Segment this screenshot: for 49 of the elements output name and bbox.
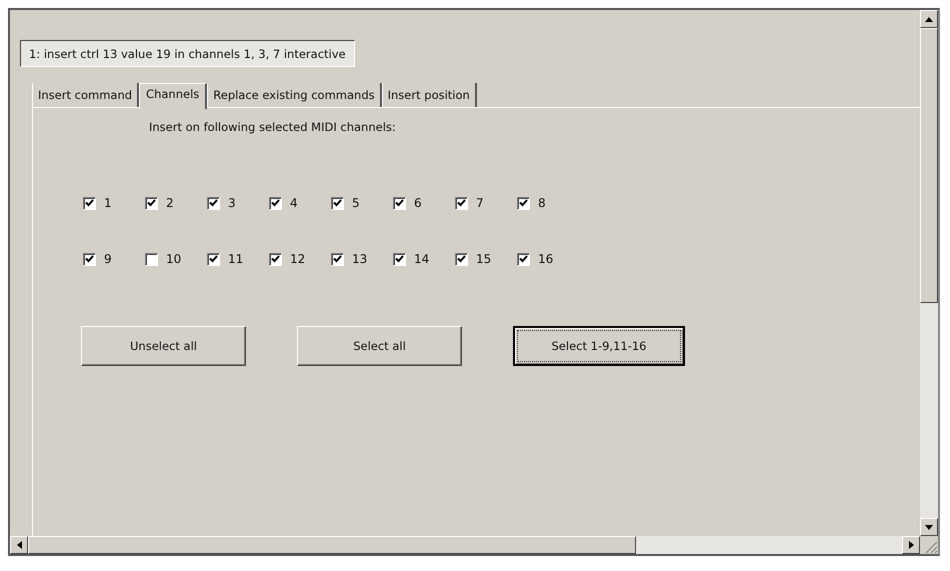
- checkbox[interactable]: [331, 196, 344, 210]
- checkbox[interactable]: [207, 196, 220, 210]
- checkbox[interactable]: [517, 252, 530, 266]
- checkbox[interactable]: [393, 196, 406, 210]
- checkbox[interactable]: [517, 196, 530, 210]
- checkbox[interactable]: [269, 252, 282, 266]
- instruction-text: Insert on following selected MIDI channels:: [149, 120, 397, 134]
- button[interactable]: Select 1-9,11-16: [513, 326, 685, 366]
- checkbox-label: 6: [414, 196, 422, 210]
- checkbox[interactable]: [393, 252, 406, 266]
- checkbox-label: 3: [228, 196, 236, 210]
- tab[interactable]: Channels: [139, 83, 208, 109]
- checkbox[interactable]: [331, 252, 344, 266]
- scroll-thumb[interactable]: [28, 536, 636, 554]
- checkbox-label: 8: [538, 196, 546, 210]
- checkbox-label: 5: [352, 196, 360, 210]
- checkbox-label: 7: [476, 196, 484, 210]
- checkbox-label: 4: [290, 196, 298, 210]
- checkbox-label: 16: [538, 252, 554, 266]
- checkbox[interactable]: [455, 252, 468, 266]
- button[interactable]: Select all: [297, 326, 462, 366]
- command-label: 1: insert ctrl 13 value 19 in channels 1, 3, 7 interactive: [20, 40, 355, 67]
- checkbox[interactable]: [145, 196, 158, 210]
- checkbox[interactable]: [455, 196, 468, 210]
- checkbox-label: 14: [414, 252, 430, 266]
- scroll-left-icon[interactable]: [10, 536, 28, 554]
- tab[interactable]: Insert position: [382, 83, 477, 107]
- checkbox-label: 1: [104, 196, 112, 210]
- checkbox-label: 10: [166, 252, 182, 266]
- scroll-right-icon[interactable]: [902, 536, 920, 554]
- button[interactable]: Unselect all: [81, 326, 246, 366]
- tab[interactable]: Replace existing commands: [207, 83, 382, 107]
- checkbox[interactable]: [207, 252, 220, 266]
- checkbox[interactable]: [83, 252, 96, 266]
- scroll-thumb[interactable]: [920, 28, 938, 303]
- scroll-up-icon[interactable]: [920, 10, 938, 28]
- checkbox-label: 9: [104, 252, 112, 266]
- vertical-scrollbar[interactable]: [920, 10, 938, 536]
- checkbox-label: 12: [290, 252, 306, 266]
- horizontal-scrollbar[interactable]: [10, 536, 920, 554]
- checkbox[interactable]: [145, 252, 158, 266]
- checkbox-label: 15: [476, 252, 492, 266]
- checkbox[interactable]: [269, 196, 282, 210]
- scroll-down-icon[interactable]: [920, 518, 938, 536]
- checkbox-label: 2: [166, 196, 174, 210]
- tab[interactable]: Insert command: [32, 83, 140, 107]
- checkbox[interactable]: [83, 196, 96, 210]
- checkbox-label: 13: [352, 252, 368, 266]
- checkbox-label: 11: [228, 252, 244, 266]
